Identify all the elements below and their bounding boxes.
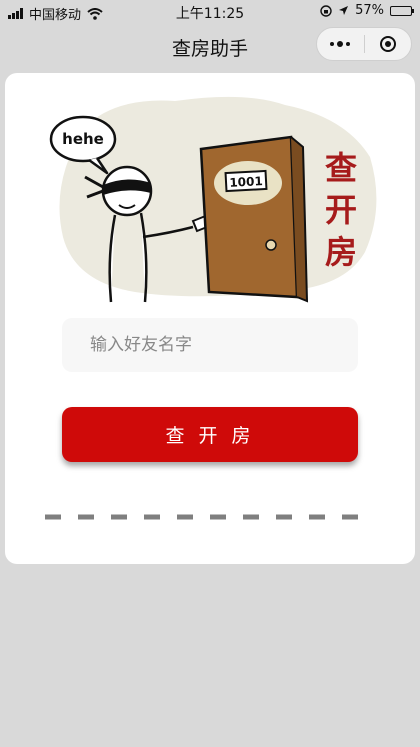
mini-program-capsule	[316, 27, 412, 61]
close-target-icon	[379, 36, 396, 52]
side-text-2: 开	[325, 191, 357, 229]
more-icon	[330, 41, 351, 47]
status-bar: 中国移动 上午11:25 57%	[0, 0, 420, 24]
location-icon	[339, 6, 349, 15]
door-frame	[199, 135, 299, 299]
friend-name-input[interactable]	[62, 318, 358, 372]
close-button[interactable]	[365, 28, 412, 60]
status-right: 57%	[320, 3, 414, 18]
door-number: 1001	[229, 174, 263, 190]
query-room-button[interactable]: 查 开 房	[62, 407, 358, 462]
side-text-1: 查	[325, 149, 357, 187]
speech-bubble-text: hehe	[62, 130, 104, 148]
battery-icon	[390, 5, 414, 16]
nav-bar: 查房助手	[0, 24, 420, 68]
dashed-divider	[45, 514, 375, 520]
main-card: hehe 1001 查 开 房 查 开 房	[5, 73, 415, 564]
door-knob	[265, 239, 277, 251]
lock-rotation-icon	[320, 4, 332, 17]
battery-percent: 57%	[355, 3, 384, 18]
hero-illustration: hehe 1001 查 开 房	[49, 96, 377, 303]
more-button[interactable]	[317, 28, 364, 60]
side-text-3: 房	[325, 233, 357, 271]
